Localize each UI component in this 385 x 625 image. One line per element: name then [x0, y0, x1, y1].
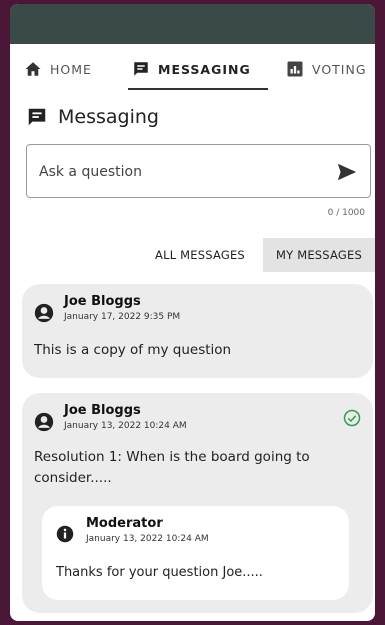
active-tab-indicator: [128, 88, 268, 90]
post-date: January 17, 2022 9:35 PM: [64, 312, 181, 322]
chat-icon: [134, 62, 148, 76]
reply-header: Moderator January 13, 2022 10:24 AM: [56, 516, 209, 544]
question-input[interactable]: [37, 159, 331, 185]
tab-home-label: HOME: [50, 61, 92, 77]
message-filter: ALL MESSAGES MY MESSAGES: [10, 238, 375, 272]
device-frame: HOME MESSAGING VOTING Messaging Ask a qu…: [6, 0, 379, 625]
page-title: Messaging: [26, 106, 159, 128]
message-header: Joe Bloggs January 13, 2022 10:24 AM: [34, 403, 187, 432]
info-icon: [56, 525, 74, 543]
bar-chart-icon: [287, 61, 303, 77]
answered-check-icon: [343, 409, 361, 427]
tab-voting[interactable]: VOTING: [286, 56, 367, 82]
reply-text: Thanks for your question Joe.....: [56, 565, 263, 580]
message-card: Joe Bloggs January 13, 2022 10:24 AM Res…: [22, 393, 373, 613]
post-date: January 13, 2022 10:24 AM: [64, 421, 187, 431]
user-icon: [34, 303, 54, 323]
question-field: [26, 144, 371, 198]
message-header: Joe Bloggs January 17, 2022 9:35 PM: [34, 294, 180, 323]
message-text: Resolution 1: When is the board going to…: [34, 449, 310, 486]
tab-messaging[interactable]: MESSAGING: [132, 56, 251, 82]
tab-home[interactable]: HOME: [24, 56, 92, 82]
app-screen: HOME MESSAGING VOTING Messaging Ask a qu…: [10, 4, 375, 621]
user-icon: [34, 412, 54, 432]
chat-icon: [28, 108, 46, 126]
my-messages-button[interactable]: MY MESSAGES: [263, 238, 375, 272]
home-icon: [25, 62, 41, 76]
moderator-reply: Moderator January 13, 2022 10:24 AM Than…: [42, 506, 349, 600]
page-title-text: Messaging: [58, 106, 159, 128]
reply-author: Moderator: [86, 516, 163, 531]
message-card: Joe Bloggs January 17, 2022 9:35 PM This…: [22, 284, 373, 378]
reply-date: January 13, 2022 10:24 AM: [86, 534, 209, 544]
send-icon[interactable]: [336, 161, 358, 183]
author-name: Joe Bloggs: [64, 403, 141, 418]
top-bar: [10, 4, 375, 44]
message-text: This is a copy of my question: [34, 342, 232, 358]
all-messages-button[interactable]: ALL MESSAGES: [140, 238, 260, 272]
tab-voting-label: VOTING: [312, 61, 367, 77]
nav-tabs: HOME MESSAGING VOTING: [10, 44, 375, 92]
author-name: Joe Bloggs: [64, 294, 141, 309]
character-counter: 0 / 1000: [327, 208, 365, 218]
tab-messaging-label: MESSAGING: [158, 61, 251, 77]
